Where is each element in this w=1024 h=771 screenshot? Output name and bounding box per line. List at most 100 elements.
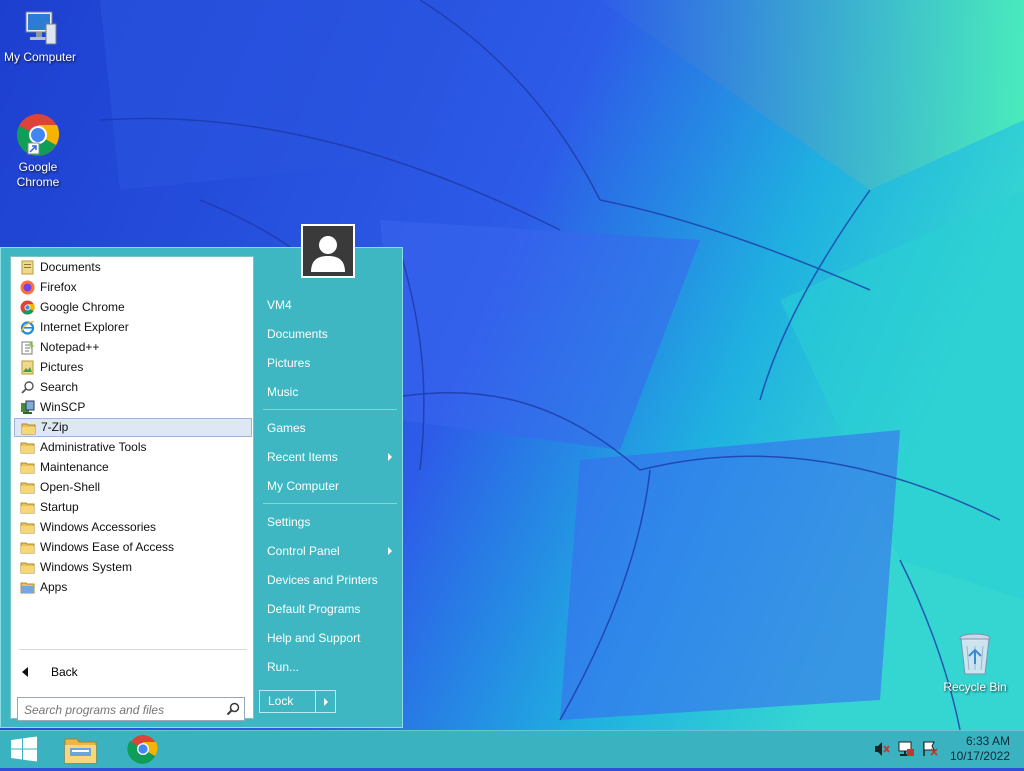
program-label: Notepad++ [40,340,100,354]
tray-volume[interactable] [872,731,892,768]
back-arrow-icon [22,667,28,677]
program-label: Open-Shell [40,480,101,494]
right-item-label: Help and Support [267,631,361,645]
search-input[interactable] [18,698,226,722]
folder-icon [20,562,35,574]
right-item-devices-and-printers[interactable]: Devices and Printers [260,567,398,593]
right-item-control-panel[interactable]: Control Panel [260,538,398,564]
pictures-icon [21,360,34,375]
lock-label: Lock [268,694,294,708]
program-item-open-shell[interactable]: Open-Shell [14,478,252,497]
internet-explorer-icon [20,321,35,335]
right-item-label: Settings [267,515,311,529]
program-item-maintenance[interactable]: Maintenance [14,458,252,477]
program-label: Windows System [40,560,133,574]
desktop-icon-my-computer[interactable]: My Computer [0,10,80,65]
user-avatar[interactable] [301,224,355,278]
back-button[interactable]: Back [14,661,252,683]
search-icon[interactable] [226,702,240,716]
winscp-icon [21,400,35,414]
right-item-pictures[interactable]: Pictures [260,350,398,376]
programs-panel: Documents Firefox Google Chrome Internet… [10,256,254,722]
desktop-icon-recycle-bin[interactable]: Recycle Bin [935,630,1015,695]
program-item-winscp[interactable]: WinSCP [14,398,252,417]
right-item-help-and-support[interactable]: Help and Support [260,625,398,651]
right-item-label: VM4 [267,298,292,312]
program-item-windows-accessories[interactable]: Windows Accessories [14,518,252,537]
program-item-apps[interactable]: Apps [14,578,252,597]
right-item-label: Control Panel [267,544,340,558]
folder-icon [20,542,35,554]
apps-folder-icon [20,582,35,594]
right-item-music[interactable]: Music [260,379,398,405]
tray-network[interactable] [896,731,916,768]
start-menu: Documents Firefox Google Chrome Internet… [0,224,403,728]
program-item-documents[interactable]: Documents [14,258,252,277]
taskbar-chrome[interactable] [120,731,166,768]
search-icon [21,381,34,394]
windows-logo-icon [11,736,37,762]
program-label: Startup [40,500,79,514]
right-item-label: Games [267,421,306,435]
right-item-vm4[interactable]: VM4 [260,292,398,318]
taskbar: 6:33 AM 10/17/2022 [0,730,1024,768]
program-label: Apps [40,580,68,594]
program-label: Documents [40,260,101,274]
taskbar-file-explorer[interactable] [58,731,104,768]
program-label: Windows Accessories [40,520,157,534]
search-box[interactable] [17,697,245,722]
lock-button[interactable]: Lock [259,690,316,713]
right-item-run[interactable]: Run... [260,654,398,680]
program-label: Firefox [40,280,77,294]
folder-icon [20,522,35,534]
program-item-notepadpp[interactable]: Notepad++ [14,338,252,357]
folder-icon [20,462,35,474]
right-item-documents[interactable]: Documents [260,321,398,347]
program-item-pictures[interactable]: Pictures [14,358,252,377]
program-item-search[interactable]: Search [14,378,252,397]
desktop-icon-label: Google Chrome [16,160,60,189]
program-item-firefox[interactable]: Firefox [14,278,252,297]
program-label: 7-Zip [41,420,69,434]
right-item-games[interactable]: Games [260,415,398,441]
right-item-default-programs[interactable]: Default Programs [260,596,398,622]
right-item-label: Recent Items [267,450,338,464]
desktop-icon-label: Recycle Bin [943,680,1007,694]
chrome-icon [127,735,158,764]
volume-muted-icon [875,742,890,756]
folder-icon [21,423,36,435]
right-item-recent-items[interactable]: Recent Items [260,444,398,470]
shutdown-options-button[interactable] [315,690,336,713]
network-icon [898,741,914,756]
notepadpp-icon [21,341,34,355]
desktop-icon-google-chrome[interactable]: Google Chrome [0,112,78,190]
program-label: Pictures [40,360,84,374]
right-item-label: My Computer [267,479,340,493]
program-item-7zip[interactable]: 7-Zip [14,418,252,437]
program-item-google-chrome[interactable]: Google Chrome [14,298,252,317]
program-item-windows-ease-of-access[interactable]: Windows Ease of Access [14,538,252,557]
program-item-internet-explorer[interactable]: Internet Explorer [14,318,252,337]
monitor-icon [25,11,57,45]
folder-icon [20,502,35,514]
chrome-icon [16,114,60,156]
user-icon [311,236,345,272]
right-item-my-computer[interactable]: My Computer [260,473,398,499]
program-item-windows-system[interactable]: Windows System [14,558,252,577]
taskbar-clock[interactable]: 6:33 AM 10/17/2022 [920,734,1010,764]
right-item-label: Default Programs [267,602,361,616]
chevron-right-icon [324,698,328,706]
program-label: Maintenance [40,460,109,474]
right-item-settings[interactable]: Settings [260,509,398,535]
folder-icon [20,482,35,494]
divider [263,409,397,410]
right-item-label: Run... [267,660,300,674]
program-label: Internet Explorer [40,320,129,334]
chrome-icon [20,300,35,315]
program-item-startup[interactable]: Startup [14,498,252,517]
submenu-arrow-icon [388,453,392,461]
start-button[interactable] [0,731,48,768]
right-item-label: Devices and Printers [267,573,378,587]
recycle-bin-icon [959,633,991,675]
program-item-administrative-tools[interactable]: Administrative Tools [14,438,252,457]
